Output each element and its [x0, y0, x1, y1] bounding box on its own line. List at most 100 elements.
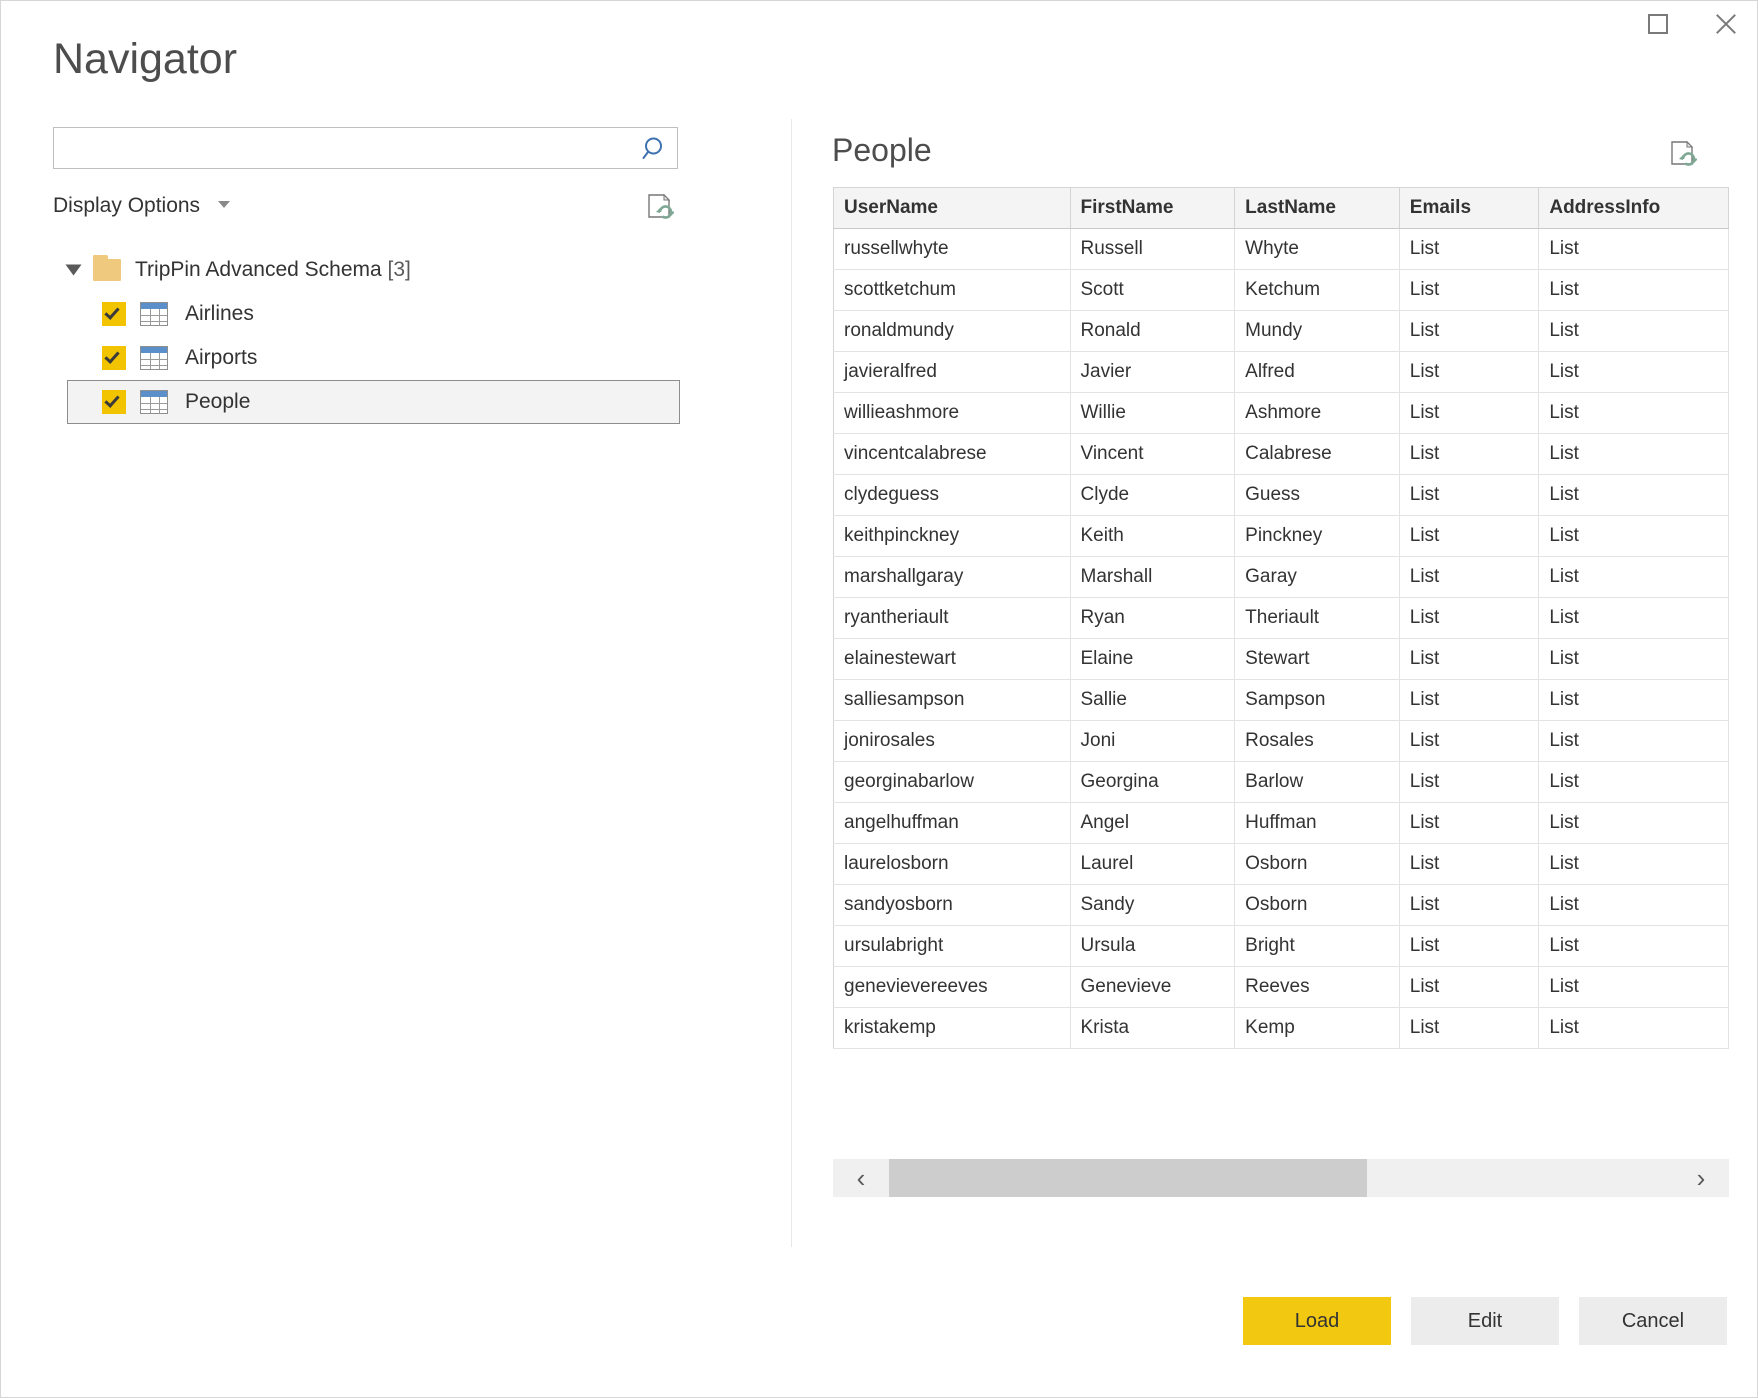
cell-username: georginabarlow [834, 762, 1071, 803]
table-row[interactable]: jonirosales Joni Rosales List List [834, 721, 1729, 762]
cell-firstname: Scott [1070, 270, 1235, 311]
right-panel: People UserName FirstName LastName [823, 127, 1729, 1217]
column-header-lastname[interactable]: LastName [1235, 188, 1400, 229]
preview-table: UserName FirstName LastName Emails Addre… [833, 187, 1729, 1049]
table-row[interactable]: georginabarlow Georgina Barlow List List [834, 762, 1729, 803]
table-icon [140, 346, 168, 370]
table-row[interactable]: javieralfred Javier Alfred List List [834, 352, 1729, 393]
table-row[interactable]: clydeguess Clyde Guess List List [834, 475, 1729, 516]
cell-addressinfo: List [1539, 557, 1729, 598]
cell-firstname: Laurel [1070, 844, 1235, 885]
checkbox-airlines[interactable] [102, 302, 126, 326]
cell-addressinfo: List [1539, 926, 1729, 967]
display-options-row: Display Options [53, 194, 681, 228]
sidebar-item-airlines[interactable]: Airlines [53, 292, 681, 336]
horizontal-scrollbar[interactable]: ‹ › [833, 1159, 1729, 1197]
refresh-document-icon[interactable] [1667, 139, 1697, 171]
table-icon [140, 390, 168, 414]
table-row[interactable]: salliesampson Sallie Sampson List List [834, 680, 1729, 721]
cell-emails: List [1399, 844, 1539, 885]
cell-firstname: Angel [1070, 803, 1235, 844]
scroll-right-arrow[interactable]: › [1673, 1159, 1729, 1197]
table-row[interactable]: willieashmore Willie Ashmore List List [834, 393, 1729, 434]
table-row[interactable]: russellwhyte Russell Whyte List List [834, 229, 1729, 270]
cell-username: laurelosborn [834, 844, 1071, 885]
table-row[interactable]: laurelosborn Laurel Osborn List List [834, 844, 1729, 885]
table-row[interactable]: genevievereeves Genevieve Reeves List Li… [834, 967, 1729, 1008]
scrollbar-thumb[interactable] [889, 1159, 1367, 1197]
table-row[interactable]: ryantheriault Ryan Theriault List List [834, 598, 1729, 639]
checkbox-airports[interactable] [102, 346, 126, 370]
search-icon[interactable] [641, 135, 669, 163]
sidebar-item-airports[interactable]: Airports [53, 336, 681, 380]
table-row[interactable]: sandyosborn Sandy Osborn List List [834, 885, 1729, 926]
cell-emails: List [1399, 352, 1539, 393]
table-row[interactable]: keithpinckney Keith Pinckney List List [834, 516, 1729, 557]
cell-lastname: Barlow [1235, 762, 1400, 803]
cell-lastname: Garay [1235, 557, 1400, 598]
cell-addressinfo: List [1539, 639, 1729, 680]
cell-emails: List [1399, 885, 1539, 926]
cell-firstname: Ryan [1070, 598, 1235, 639]
scroll-left-arrow[interactable]: ‹ [833, 1159, 889, 1197]
tree-root-count: [3] [388, 258, 411, 281]
cell-username: javieralfred [834, 352, 1071, 393]
cell-username: ursulabright [834, 926, 1071, 967]
close-button[interactable] [1703, 3, 1749, 45]
maximize-button[interactable] [1635, 3, 1681, 45]
footer-buttons: Load Edit Cancel [1243, 1297, 1727, 1345]
cell-lastname: Huffman [1235, 803, 1400, 844]
maximize-icon [1648, 14, 1668, 34]
search-box[interactable] [53, 127, 678, 169]
cancel-button[interactable]: Cancel [1579, 1297, 1727, 1345]
checkbox-people[interactable] [102, 390, 126, 414]
cell-emails: List [1399, 639, 1539, 680]
cell-firstname: Marshall [1070, 557, 1235, 598]
cell-addressinfo: List [1539, 229, 1729, 270]
panel-divider [791, 119, 792, 1247]
chevron-down-icon [218, 201, 230, 208]
cell-lastname: Osborn [1235, 885, 1400, 926]
cell-addressinfo: List [1539, 311, 1729, 352]
display-options-label: Display Options [53, 194, 200, 217]
table-row[interactable]: marshallgaray Marshall Garay List List [834, 557, 1729, 598]
cell-emails: List [1399, 270, 1539, 311]
table-row[interactable]: ronaldmundy Ronald Mundy List List [834, 311, 1729, 352]
cell-addressinfo: List [1539, 762, 1729, 803]
load-button[interactable]: Load [1243, 1297, 1391, 1345]
table-row[interactable]: scottketchum Scott Ketchum List List [834, 270, 1729, 311]
cell-emails: List [1399, 393, 1539, 434]
table-row[interactable]: kristakemp Krista Kemp List List [834, 1008, 1729, 1049]
cell-emails: List [1399, 475, 1539, 516]
display-options-button[interactable]: Display Options [53, 194, 230, 218]
cell-addressinfo: List [1539, 270, 1729, 311]
cell-addressinfo: List [1539, 475, 1729, 516]
sidebar-item-people[interactable]: People [67, 380, 680, 424]
table-icon [140, 302, 168, 326]
table-row[interactable]: angelhuffman Angel Huffman List List [834, 803, 1729, 844]
cell-addressinfo: List [1539, 352, 1729, 393]
column-header-addressinfo[interactable]: AddressInfo [1539, 188, 1729, 229]
search-input[interactable] [54, 128, 639, 168]
column-header-firstname[interactable]: FirstName [1070, 188, 1235, 229]
scrollbar-track[interactable] [889, 1159, 1673, 1197]
column-header-emails[interactable]: Emails [1399, 188, 1539, 229]
cell-firstname: Krista [1070, 1008, 1235, 1049]
cell-addressinfo: List [1539, 803, 1729, 844]
schema-tree: TripPin Advanced Schema [3] Airlines [53, 248, 681, 424]
table-row[interactable]: vincentcalabrese Vincent Calabrese List … [834, 434, 1729, 475]
cell-lastname: Osborn [1235, 844, 1400, 885]
cell-emails: List [1399, 967, 1539, 1008]
cell-addressinfo: List [1539, 885, 1729, 926]
table-row[interactable]: ursulabright Ursula Bright List List [834, 926, 1729, 967]
edit-button[interactable]: Edit [1411, 1297, 1559, 1345]
column-header-username[interactable]: UserName [834, 188, 1071, 229]
expander-icon[interactable] [66, 265, 82, 276]
cell-addressinfo: List [1539, 967, 1729, 1008]
tree-root-node[interactable]: TripPin Advanced Schema [3] [53, 248, 681, 292]
cell-username: jonirosales [834, 721, 1071, 762]
refresh-document-icon[interactable] [644, 192, 674, 224]
title-bar [1, 1, 1757, 47]
table-row[interactable]: elainestewart Elaine Stewart List List [834, 639, 1729, 680]
cell-emails: List [1399, 229, 1539, 270]
